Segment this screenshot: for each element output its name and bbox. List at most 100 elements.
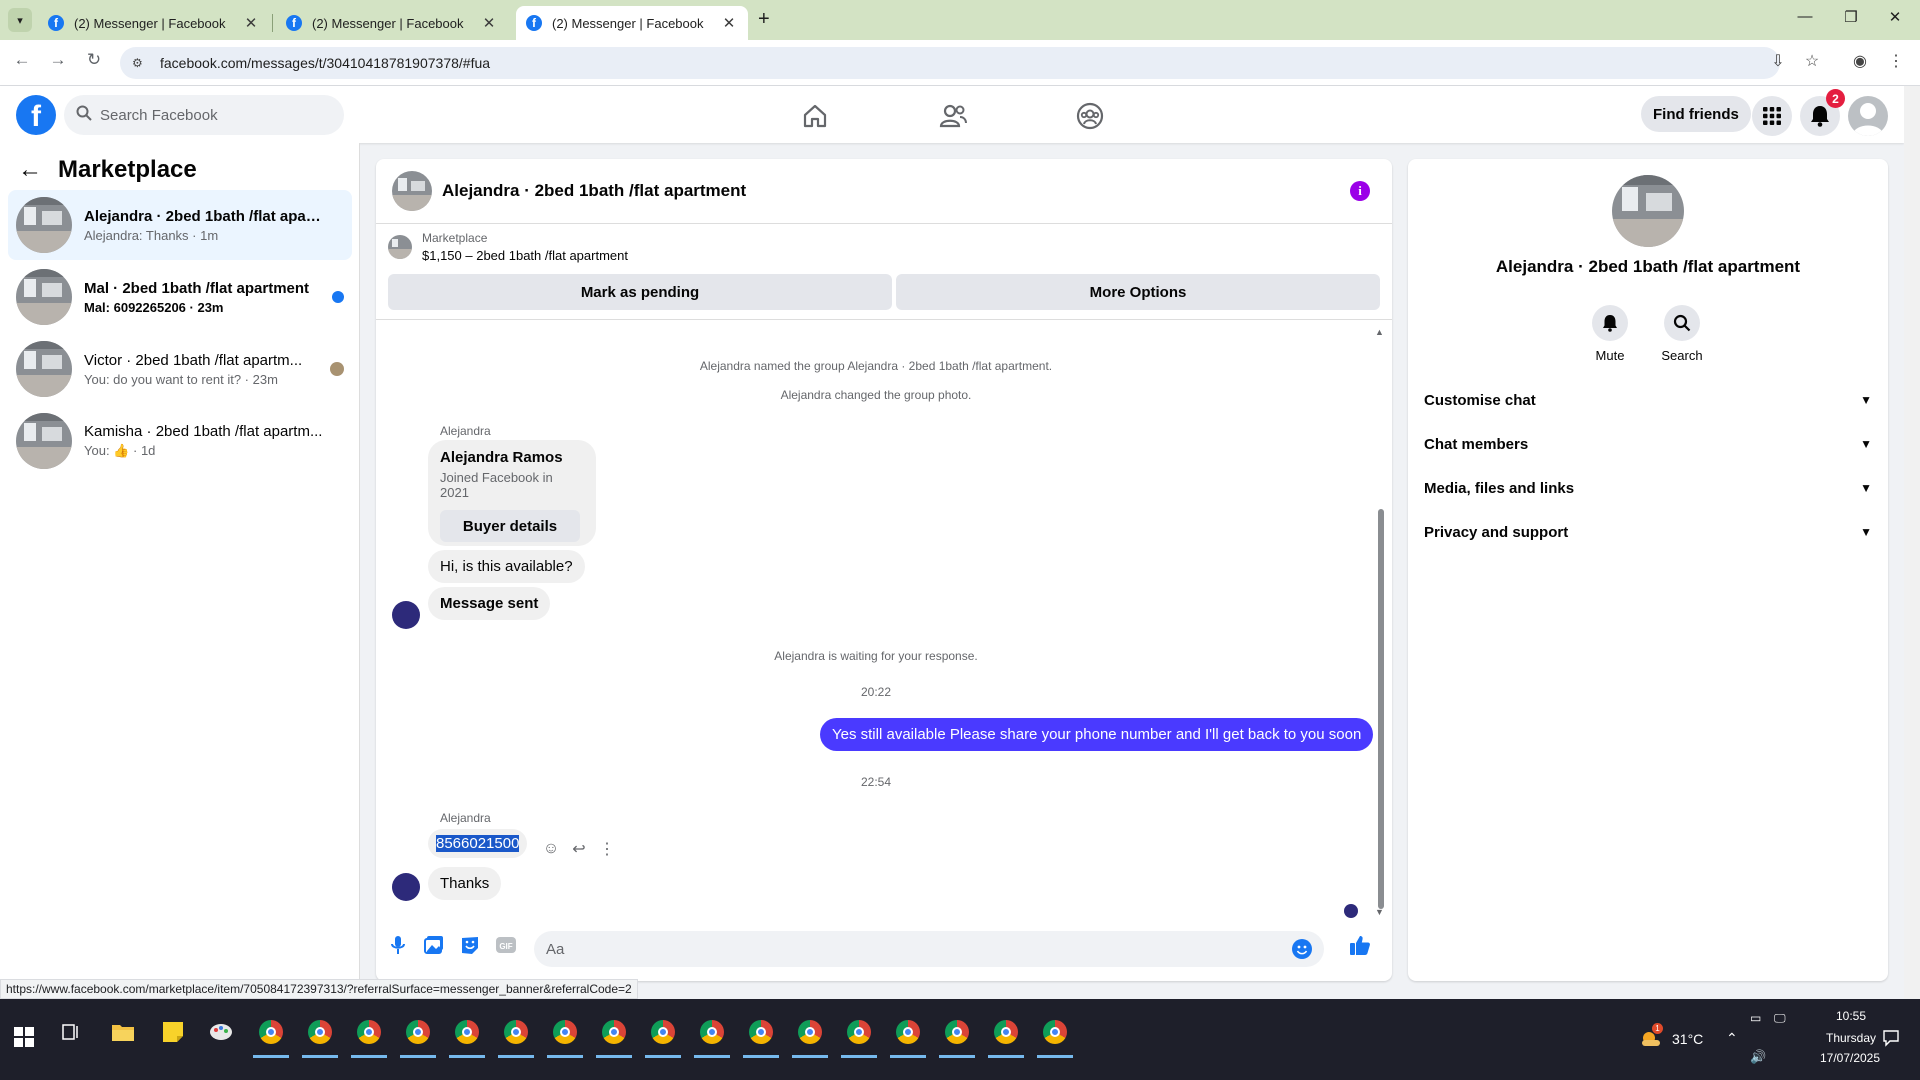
browser-tab[interactable]: f (2) Messenger | Facebook ✕ — [38, 6, 270, 40]
chrome-icon[interactable] — [795, 1017, 825, 1047]
phone-number-text[interactable]: 8566021500 — [436, 835, 520, 852]
bookmark-star-icon[interactable]: ☆ — [1800, 51, 1824, 71]
close-tab-icon[interactable]: ✕ — [720, 14, 738, 32]
mark-as-pending-button[interactable]: Mark as pending — [388, 274, 892, 310]
profile-icon[interactable]: ◉ — [1848, 51, 1872, 71]
back-icon[interactable]: ← — [10, 50, 34, 70]
photo-icon[interactable] — [422, 933, 446, 957]
reply-icon[interactable]: ↩ — [570, 839, 588, 859]
close-tab-icon[interactable]: ✕ — [242, 14, 260, 32]
back-arrow-icon[interactable]: ← — [18, 156, 42, 184]
chrome-icon[interactable] — [942, 1017, 972, 1047]
more-actions-icon[interactable]: ⋮ — [598, 839, 616, 859]
sticky-notes-icon[interactable] — [158, 1017, 188, 1047]
chrome-menu-icon[interactable]: ⋮ — [1884, 51, 1908, 71]
windows-start-icon[interactable] — [14, 1027, 34, 1047]
chat-members-row[interactable]: Chat members ▼ — [1424, 424, 1872, 464]
paint-app-icon[interactable] — [206, 1017, 236, 1047]
close-tab-icon[interactable]: ✕ — [480, 14, 498, 32]
browser-tab[interactable]: f (2) Messenger | Facebook ✕ — [276, 6, 508, 40]
chrome-icon[interactable] — [893, 1017, 923, 1047]
mute-button[interactable]: Mute — [1580, 305, 1640, 363]
buyer-details-button[interactable]: Buyer details — [440, 510, 580, 542]
chat-item-kamisha[interactable]: Kamisha · 2bed 1bath /flat apartm... You… — [8, 406, 352, 476]
chrome-icon[interactable] — [697, 1017, 727, 1047]
clock-date[interactable]: 17/07/2025 — [1800, 1051, 1900, 1065]
group-photo-large[interactable] — [1612, 175, 1684, 247]
chrome-icon[interactable] — [403, 1017, 433, 1047]
task-view-icon[interactable] — [56, 1017, 86, 1047]
sender-avatar[interactable] — [392, 601, 420, 629]
incoming-message[interactable]: Hi, is this available? — [428, 550, 585, 583]
chrome-icon[interactable] — [354, 1017, 384, 1047]
tab-search-button[interactable]: ▾ — [8, 8, 32, 32]
notification-center-icon[interactable] — [1882, 1029, 1900, 1050]
scroll-up-arrow-icon[interactable]: ▲ — [1375, 327, 1384, 337]
find-friends-button[interactable]: Find friends — [1641, 96, 1751, 132]
chat-item-alejandra[interactable]: Alejandra · 2bed 1bath /flat apart... Al… — [8, 190, 352, 260]
chrome-icon[interactable] — [746, 1017, 776, 1047]
network-icon[interactable]: 🖵 — [1774, 1011, 1786, 1026]
chrome-icon[interactable] — [550, 1017, 580, 1047]
media-files-links-row[interactable]: Media, files and links ▼ — [1424, 468, 1872, 508]
search-in-chat-button[interactable]: Search — [1652, 305, 1712, 363]
search-input[interactable]: Search Facebook — [64, 95, 344, 135]
volume-icon[interactable]: 🔊 — [1750, 1049, 1766, 1065]
chrome-icon[interactable] — [452, 1017, 482, 1047]
new-tab-icon[interactable]: + — [758, 8, 770, 31]
mute-bell-icon[interactable] — [1592, 305, 1628, 341]
minimize-icon[interactable]: — — [1790, 8, 1820, 25]
address-bar[interactable]: ⚙ facebook.com/messages/t/30410418781907… — [120, 47, 1780, 79]
chrome-icon[interactable] — [256, 1017, 286, 1047]
file-explorer-icon[interactable] — [108, 1017, 138, 1047]
install-app-icon[interactable]: ⇩ — [1766, 51, 1790, 71]
account-avatar[interactable] — [1848, 96, 1888, 136]
more-options-button[interactable]: More Options — [896, 274, 1380, 310]
chrome-icon[interactable] — [991, 1017, 1021, 1047]
scrollbar-thumb[interactable] — [1378, 509, 1384, 909]
gif-icon[interactable]: GIF — [494, 933, 518, 957]
friends-icon[interactable] — [935, 98, 971, 134]
meet-now-icon[interactable]: ▭ — [1750, 1011, 1761, 1025]
page-scrollbar[interactable] — [1904, 86, 1920, 999]
message-input[interactable]: Aa — [534, 931, 1324, 967]
show-hidden-icons-chevron-icon[interactable]: ⌃ — [1726, 1030, 1738, 1047]
marketplace-listing-banner[interactable]: Marketplace $1,150 – 2bed 1bath /flat ap… — [388, 231, 628, 263]
close-window-icon[interactable]: ✕ — [1880, 8, 1910, 26]
microphone-icon[interactable] — [386, 933, 410, 957]
react-emoji-icon[interactable]: ☺ — [542, 840, 560, 858]
chrome-icon[interactable] — [844, 1017, 874, 1047]
chrome-icon[interactable] — [1040, 1017, 1070, 1047]
scroll-down-arrow-icon[interactable]: ▼ — [1375, 907, 1384, 917]
customise-chat-row[interactable]: Customise chat ▼ — [1424, 380, 1872, 420]
chrome-icon[interactable] — [599, 1017, 629, 1047]
chrome-icon[interactable] — [501, 1017, 531, 1047]
menu-grid-icon[interactable] — [1752, 96, 1792, 136]
site-info-icon[interactable]: ⚙ — [132, 56, 148, 70]
chrome-icon[interactable] — [648, 1017, 678, 1047]
incoming-message[interactable]: Message sent — [428, 587, 551, 620]
sticker-icon[interactable] — [458, 933, 482, 957]
search-icon[interactable] — [1664, 305, 1700, 341]
conversation-title[interactable]: Alejandra · 2bed 1bath /flat apartment — [442, 181, 746, 201]
outgoing-message[interactable]: Yes still available Please share your ph… — [820, 718, 1374, 751]
emoji-icon[interactable] — [1292, 939, 1312, 959]
facebook-logo-icon[interactable]: f — [16, 95, 56, 135]
chat-item-mal[interactable]: Mal · 2bed 1bath /flat apartment Mal: 60… — [8, 262, 352, 332]
clock-time[interactable]: 10:55 — [1826, 1009, 1876, 1023]
restore-icon[interactable]: ❐ — [1836, 8, 1866, 26]
privacy-support-row[interactable]: Privacy and support ▼ — [1424, 512, 1872, 552]
groups-icon[interactable] — [1072, 98, 1108, 134]
reload-icon[interactable]: ↻ — [82, 50, 106, 70]
info-icon[interactable]: i — [1350, 181, 1370, 201]
group-photo-avatar[interactable] — [392, 171, 432, 211]
sender-avatar[interactable] — [392, 873, 420, 901]
forward-icon[interactable]: → — [46, 50, 70, 70]
chat-item-victor[interactable]: Victor · 2bed 1bath /flat apartm... You:… — [8, 334, 352, 404]
chrome-icon[interactable] — [305, 1017, 335, 1047]
temperature-text[interactable]: 31°C — [1672, 1031, 1703, 1047]
browser-tab-active[interactable]: f (2) Messenger | Facebook ✕ — [516, 6, 748, 40]
incoming-message[interactable]: 8566021500 — [428, 829, 528, 858]
incoming-message[interactable]: Thanks — [428, 867, 502, 900]
home-icon[interactable] — [797, 98, 833, 134]
